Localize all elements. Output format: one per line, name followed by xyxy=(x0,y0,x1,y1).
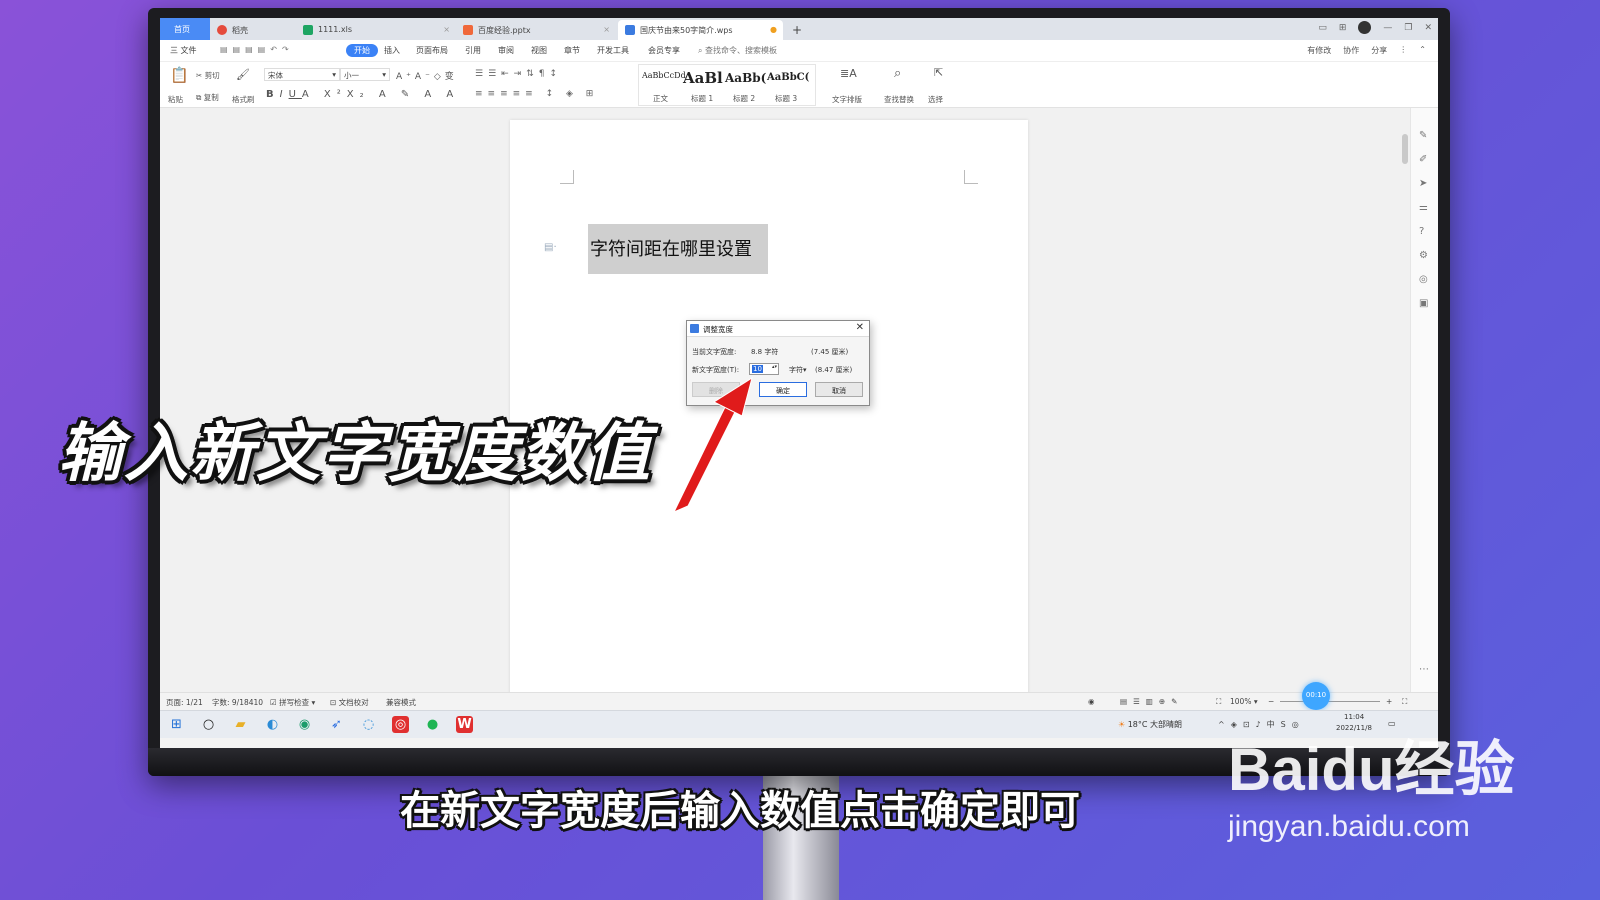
watermark-logo: Baidu经验 xyxy=(1228,736,1515,803)
baidu-jingyan-watermark: Baidu经验 jingyan.baidu.com xyxy=(1228,740,1515,844)
watermark-url: jingyan.baidu.com xyxy=(1228,810,1470,843)
arrow-shaft xyxy=(672,404,737,513)
arrow-head xyxy=(712,376,753,417)
subtitle-caption: 在新文字宽度后输入数值点击确定即可 xyxy=(400,788,1080,834)
